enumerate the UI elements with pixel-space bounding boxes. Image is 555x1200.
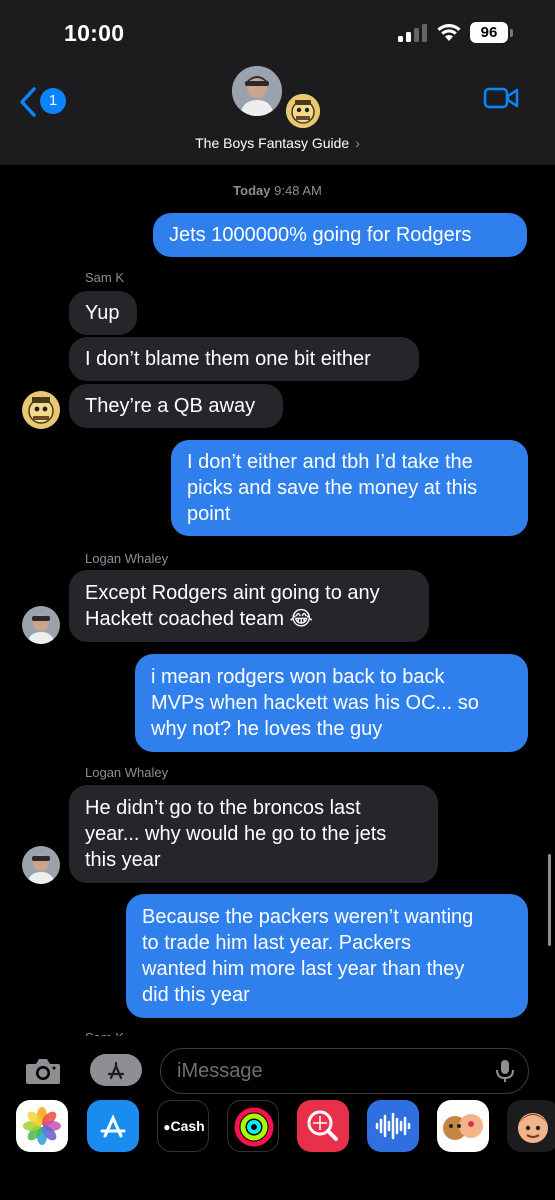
wifi-icon xyxy=(437,24,461,41)
apps-icon xyxy=(107,1061,125,1080)
message-text: Jets 1000000% going for Rodgers xyxy=(169,224,472,246)
app-drawer: ●Cash xyxy=(0,1100,555,1152)
incoming-message[interactable]: Except Rodgers aint going to any Hackett… xyxy=(69,570,429,642)
outgoing-message[interactable]: I don’t either and tbh I’d take the pick… xyxy=(171,440,528,536)
message-input[interactable] xyxy=(177,1057,477,1085)
outgoing-message[interactable]: Because the packers weren’t wanting to t… xyxy=(126,894,528,1018)
memoji-icon[interactable] xyxy=(507,1100,555,1152)
activity-icon[interactable] xyxy=(227,1100,279,1152)
conversation-header: 10:00 96 1 The Boys Fantasy Guide › xyxy=(0,0,555,165)
back-button[interactable]: 1 xyxy=(18,86,66,118)
outgoing-message[interactable]: i mean rodgers won back to back MVPs whe… xyxy=(135,654,528,752)
message-text: He didn’t go to the broncos last year...… xyxy=(85,797,387,871)
sender-avatar[interactable] xyxy=(22,391,60,429)
outgoing-message[interactable]: Jets 1000000% going for Rodgers xyxy=(153,213,527,257)
group-name-link[interactable]: The Boys Fantasy Guide › xyxy=(0,135,555,151)
sender-avatar[interactable] xyxy=(22,846,60,884)
status-time: 10:00 xyxy=(64,20,125,46)
microphone-icon[interactable] xyxy=(495,1059,515,1083)
timestamp-day: Today xyxy=(233,183,271,198)
battery-indicator: 96 xyxy=(470,22,508,43)
apple-cash-label: ●Cash xyxy=(163,1118,205,1134)
message-text: They’re a QB away xyxy=(85,395,256,417)
image-search-icon[interactable] xyxy=(297,1100,349,1152)
message-timestamp: Today 9:48 AM xyxy=(0,183,555,198)
incoming-message[interactable]: I don’t blame them one bit either xyxy=(69,337,419,381)
incoming-message[interactable]: They’re a QB away xyxy=(69,384,283,428)
photos-icon[interactable] xyxy=(16,1100,68,1152)
group-avatar[interactable] xyxy=(232,66,324,130)
battery-tip xyxy=(510,29,513,37)
message-text: Yup xyxy=(85,302,120,324)
sender-avatar[interactable] xyxy=(22,606,60,644)
camera-icon[interactable] xyxy=(24,1056,62,1086)
incoming-message[interactable]: He didn’t go to the broncos last year...… xyxy=(69,785,438,883)
message-text: Because the packers weren’t wanting to t… xyxy=(142,906,474,1006)
message-text: I don’t blame them one bit either xyxy=(85,348,371,370)
message-text: Except Rodgers aint going to any Hackett… xyxy=(85,582,380,630)
apple-cash-icon[interactable]: ●Cash xyxy=(157,1100,209,1152)
facetime-video-icon[interactable] xyxy=(483,86,519,110)
message-text: i mean rodgers won back to back MVPs whe… xyxy=(151,666,479,740)
chevron-left-icon xyxy=(20,87,36,117)
app-store-icon[interactable] xyxy=(87,1100,139,1152)
scrollbar[interactable] xyxy=(548,854,551,946)
audio-message-icon[interactable] xyxy=(367,1100,419,1152)
memoji-stickers-icon[interactable] xyxy=(437,1100,489,1152)
sender-name: Sam K xyxy=(85,270,125,285)
sender-name: Logan Whaley xyxy=(85,551,169,566)
incoming-message[interactable]: Yup xyxy=(69,291,137,335)
message-text: I don’t either and tbh I’d take the pick… xyxy=(187,451,478,525)
timestamp-time: 9:48 AM xyxy=(274,183,322,198)
member-avatar-photo xyxy=(232,66,282,116)
cellular-signal-icon xyxy=(398,24,428,42)
unread-count-badge: 1 xyxy=(40,88,66,114)
chevron-right-icon: › xyxy=(355,135,360,151)
imessage-field[interactable] xyxy=(160,1048,529,1094)
app-store-apps-button[interactable] xyxy=(90,1054,142,1086)
group-name: The Boys Fantasy Guide xyxy=(195,135,350,151)
member-avatar-emoji xyxy=(284,92,322,130)
sender-name: Logan Whaley xyxy=(85,765,169,780)
